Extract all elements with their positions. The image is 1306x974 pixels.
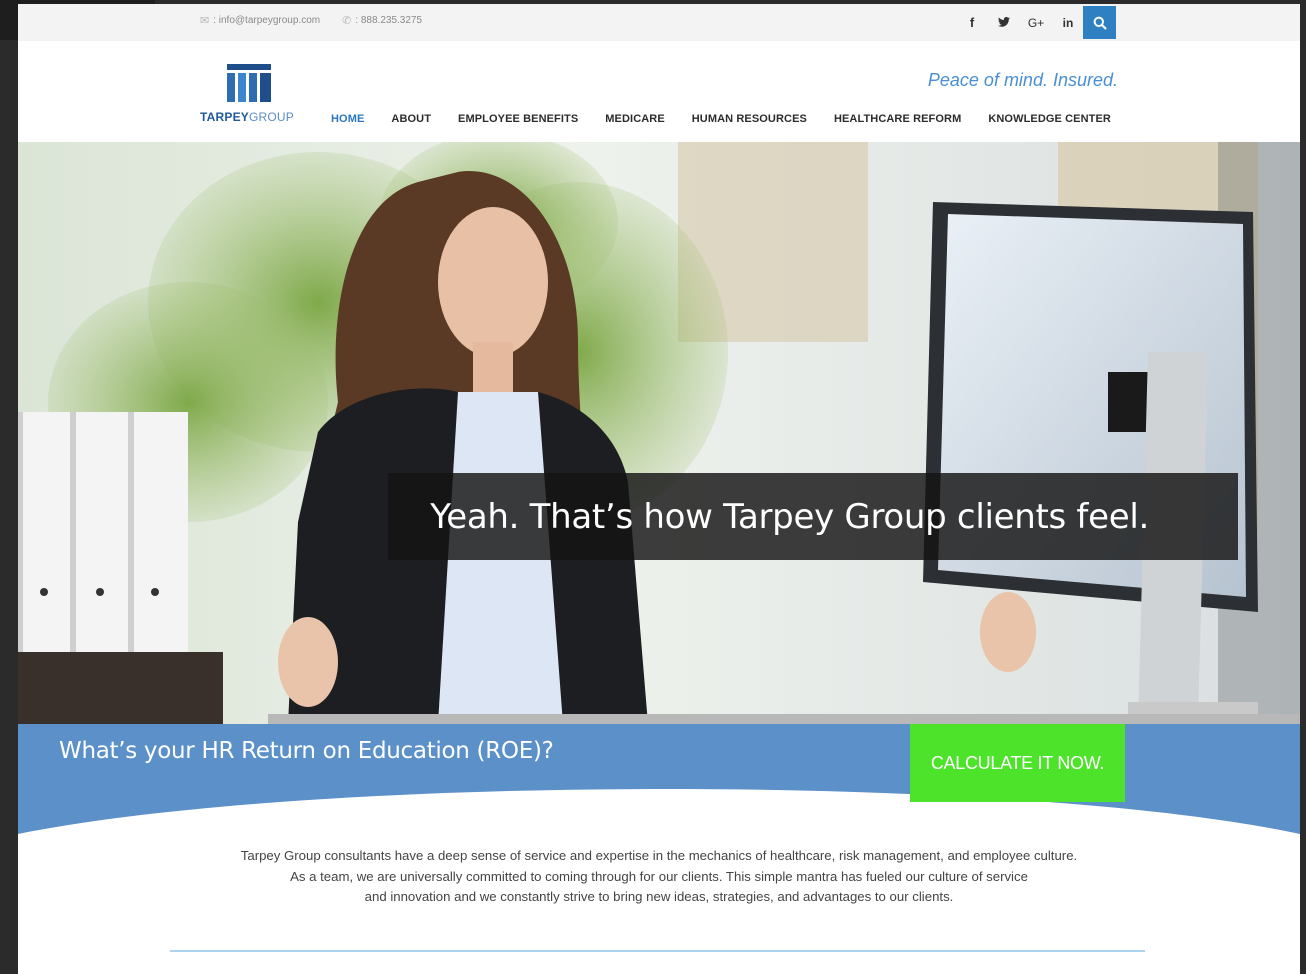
hero-caption-box: Yeah. That’s how Tarpey Group clients fe… (388, 473, 1238, 560)
twitter-icon[interactable] (988, 15, 1020, 30)
nav-human-resources[interactable]: HUMAN RESOURCES (692, 113, 807, 125)
nav-knowledge-center[interactable]: KNOWLEDGE CENTER (988, 113, 1111, 125)
about-line-2: As a team, we are universally committed … (290, 868, 1028, 884)
contact-info: ✉ : info@tarpeygroup.com ✆ : 888.235.327… (200, 14, 422, 27)
calculate-it-now-button[interactable]: CALCULATE IT NOW. (910, 724, 1125, 802)
linkedin-icon[interactable]: in (1052, 16, 1084, 30)
about-paragraph: Tarpey Group consultants have a deep sen… (18, 846, 1300, 908)
phone-icon: ✆ (342, 15, 352, 27)
search-button[interactable] (1083, 6, 1116, 39)
hero-banner: Yeah. That’s how Tarpey Group clients fe… (18, 142, 1300, 724)
nav-healthcare-reform[interactable]: HEALTHCARE REFORM (834, 113, 961, 125)
main-navigation: HOME ABOUT EMPLOYEE BENEFITS MEDICARE HU… (331, 113, 1111, 125)
about-line-3: and innovation and we constantly strive … (364, 889, 954, 904)
google-plus-icon[interactable]: G+ (1020, 16, 1052, 30)
about-line-1: Tarpey Group consultants have a deep sen… (240, 848, 1078, 863)
phone-link[interactable]: : 888.235.3275 (355, 15, 422, 26)
logo-wordmark: TARPEYGROUP (200, 110, 294, 124)
hero-caption-text: Yeah. That’s how Tarpey Group clients fe… (430, 496, 1149, 537)
roe-banner: What’s your HR Return on Education (ROE)… (18, 724, 1300, 834)
hero-image (18, 142, 1300, 724)
web-page: ✉ : info@tarpeygroup.com ✆ : 888.235.327… (18, 4, 1300, 974)
email-link[interactable]: : info@tarpeygroup.com (213, 15, 320, 26)
tagline: Peace of mind. Insured. (927, 70, 1118, 90)
social-links: f G+ in (956, 4, 1084, 41)
top-utility-bar: ✉ : info@tarpeygroup.com ✆ : 888.235.327… (18, 4, 1300, 41)
search-icon (1093, 16, 1107, 30)
nav-home[interactable]: HOME (331, 113, 364, 125)
nav-about[interactable]: ABOUT (391, 113, 431, 125)
email-icon: ✉ (200, 15, 210, 27)
roe-question: What’s your HR Return on Education (ROE)… (59, 738, 554, 764)
section-divider (170, 950, 1145, 952)
tarpey-group-logo[interactable]: TARPEYGROUP (200, 64, 300, 124)
nav-medicare[interactable]: MEDICARE (605, 113, 664, 125)
logo-mark-icon (227, 64, 271, 102)
nav-employee-benefits[interactable]: EMPLOYEE BENEFITS (458, 113, 578, 125)
facebook-icon[interactable]: f (956, 15, 988, 30)
